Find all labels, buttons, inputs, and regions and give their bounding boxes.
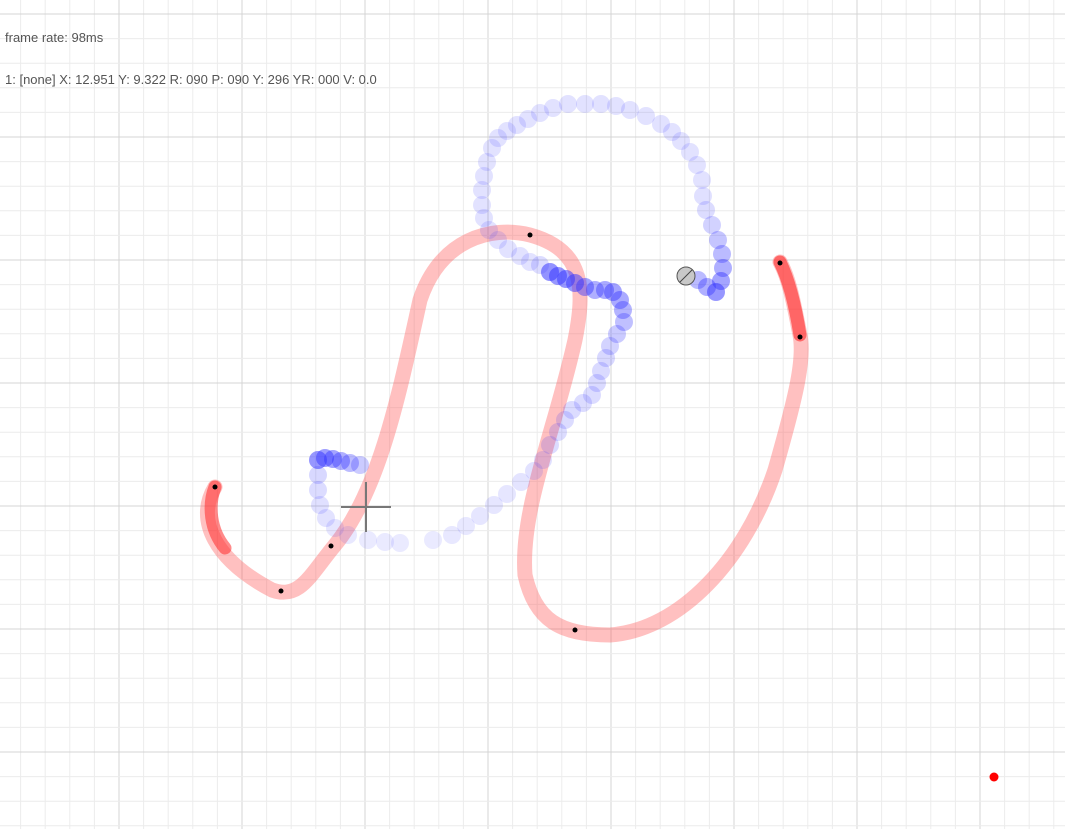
path-node <box>328 543 334 549</box>
trail-dot <box>576 95 594 113</box>
frame-rate-text: frame rate: 98ms <box>5 30 104 45</box>
drawing-canvas[interactable] <box>0 0 1065 829</box>
trail-dot <box>424 531 442 549</box>
vehicle-icon <box>676 266 696 286</box>
red-path-start-segment <box>204 480 232 555</box>
trail-dot <box>391 534 409 552</box>
hud: frame rate: 98ms 1: [none] X: 12.951 Y: … <box>5 3 377 101</box>
trail-dot <box>471 507 489 525</box>
path-node <box>527 232 533 238</box>
trail-dot <box>351 456 369 474</box>
path-node <box>572 627 578 633</box>
path-node <box>797 334 803 340</box>
trail-dot <box>559 95 577 113</box>
trail-dot <box>621 101 639 119</box>
path-node <box>777 260 783 266</box>
path-node <box>278 588 284 594</box>
trail-dot <box>498 485 516 503</box>
trail-dot <box>339 526 357 544</box>
trail-dot <box>693 171 711 189</box>
status-text: 1: [none] X: 12.951 Y: 9.322 R: 090 P: 0… <box>5 72 377 87</box>
target-marker <box>989 772 999 782</box>
path-node <box>212 484 218 490</box>
trail-dot <box>359 531 377 549</box>
